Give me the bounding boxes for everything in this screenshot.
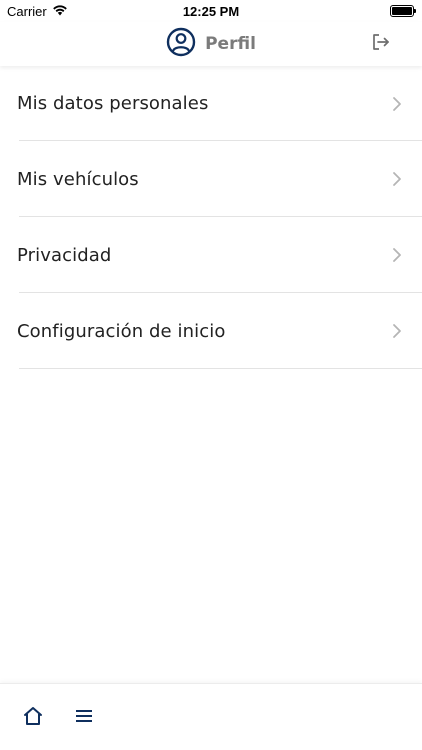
wifi-icon bbox=[52, 4, 68, 19]
tab-menu[interactable] bbox=[72, 706, 96, 730]
menu-item-label: Mis datos personales bbox=[17, 93, 209, 114]
menu-item-label: Mis vehículos bbox=[17, 168, 139, 190]
home-icon bbox=[22, 705, 44, 731]
chevron-right-icon bbox=[392, 96, 402, 112]
chevron-right-icon bbox=[392, 247, 402, 263]
menu-item-label: Configuración de inicio bbox=[17, 320, 226, 342]
header-title-group: Perfil bbox=[0, 22, 422, 66]
bottom-tab-bar bbox=[0, 683, 422, 750]
carrier-label: Carrier bbox=[7, 3, 47, 19]
menu-item-vehicles[interactable]: Mis vehículos bbox=[0, 141, 422, 217]
tab-home[interactable] bbox=[21, 706, 45, 730]
menu-item-personal-data[interactable]: Mis datos personales bbox=[0, 66, 422, 141]
profile-menu-list: Mis datos personales Mis vehículos Priva… bbox=[0, 66, 422, 369]
profile-screen: Carrier 12:25 PM Perfil Mis datos person… bbox=[0, 0, 422, 750]
page-title: Perfil bbox=[205, 34, 256, 54]
logout-button[interactable] bbox=[370, 33, 392, 55]
nav-header: Perfil bbox=[0, 22, 422, 66]
menu-item-label: Privacidad bbox=[17, 244, 112, 266]
chevron-right-icon bbox=[392, 171, 402, 187]
battery-icon bbox=[390, 5, 416, 17]
logout-icon bbox=[371, 32, 391, 56]
status-bar: Carrier 12:25 PM bbox=[0, 0, 422, 22]
menu-item-start-settings[interactable]: Configuración de inicio bbox=[0, 293, 422, 369]
user-circle-icon bbox=[166, 27, 196, 61]
chevron-right-icon bbox=[392, 323, 402, 339]
status-left: Carrier bbox=[7, 4, 68, 19]
menu-item-privacy[interactable]: Privacidad bbox=[0, 217, 422, 293]
hamburger-menu-icon bbox=[74, 707, 94, 729]
